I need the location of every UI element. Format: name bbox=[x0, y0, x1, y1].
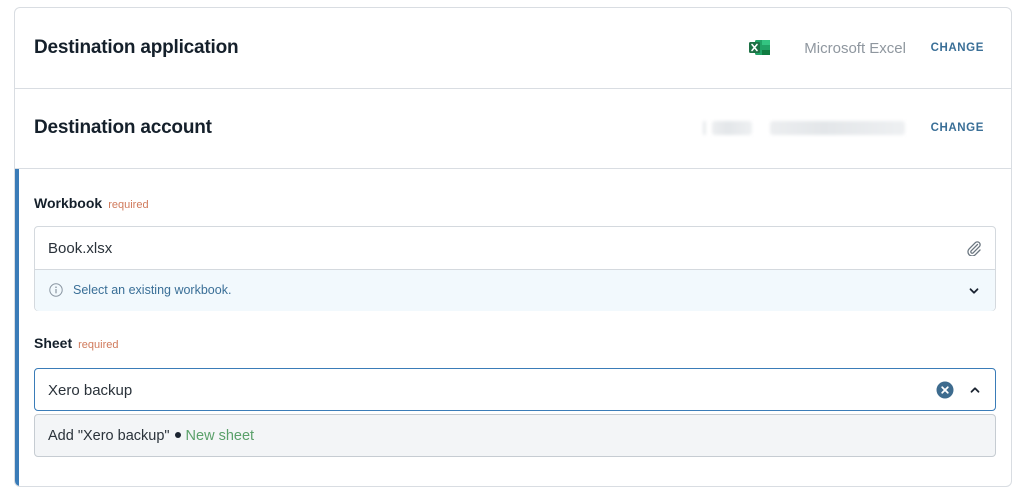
change-application-button[interactable]: CHANGE bbox=[931, 42, 984, 54]
chevron-up-icon[interactable] bbox=[969, 384, 981, 396]
sheet-value: Xero backup bbox=[48, 382, 133, 399]
paperclip-icon[interactable] bbox=[966, 240, 982, 256]
workbook-value: Book.xlsx bbox=[48, 240, 113, 257]
destination-card: Destination application Microsoft Excel … bbox=[14, 7, 1012, 487]
workbook-label: Workbook required bbox=[34, 195, 149, 211]
info-icon bbox=[49, 283, 63, 297]
change-account-button[interactable]: CHANGE bbox=[931, 122, 984, 134]
workbook-hint[interactable]: Select an existing workbook. bbox=[35, 270, 995, 311]
redacted-account-part-3 bbox=[770, 121, 905, 135]
app-name: Microsoft Excel bbox=[804, 40, 906, 57]
destination-application-row: Destination application Microsoft Excel … bbox=[15, 8, 1011, 89]
sheet-label: Sheet required bbox=[34, 335, 118, 351]
add-new-sheet-option-label: Add "Xero backup" New sheet bbox=[48, 428, 254, 444]
workbook-field: Book.xlsx Select an existing workbook. bbox=[34, 226, 996, 311]
workbook-required-tag: required bbox=[108, 199, 149, 211]
redacted-account-part-1 bbox=[703, 121, 706, 135]
add-new-sheet-option[interactable]: Add "Xero backup" New sheet bbox=[34, 414, 996, 457]
destination-account-row: Destination account CHANGE bbox=[15, 89, 1011, 169]
destination-application-title: Destination application bbox=[34, 37, 239, 58]
chevron-down-icon[interactable] bbox=[968, 285, 980, 297]
bullet-separator bbox=[174, 432, 181, 439]
redacted-account-part-2 bbox=[712, 121, 752, 135]
clear-icon[interactable] bbox=[936, 381, 954, 399]
sheet-required-tag: required bbox=[78, 339, 119, 351]
settings-section: Workbook required Book.xlsx Select an exi… bbox=[15, 169, 1011, 486]
excel-icon bbox=[749, 40, 770, 55]
sheet-input[interactable]: Xero backup bbox=[34, 368, 996, 411]
option-add-text: Add "Xero backup" bbox=[48, 428, 170, 444]
destination-account-title: Destination account bbox=[34, 117, 212, 138]
workbook-label-text: Workbook bbox=[34, 195, 103, 211]
sheet-label-text: Sheet bbox=[34, 335, 73, 351]
workbook-hint-text: Select an existing workbook. bbox=[73, 283, 232, 297]
workbook-input[interactable]: Book.xlsx bbox=[35, 227, 995, 270]
new-sheet-tag: New sheet bbox=[185, 428, 255, 444]
